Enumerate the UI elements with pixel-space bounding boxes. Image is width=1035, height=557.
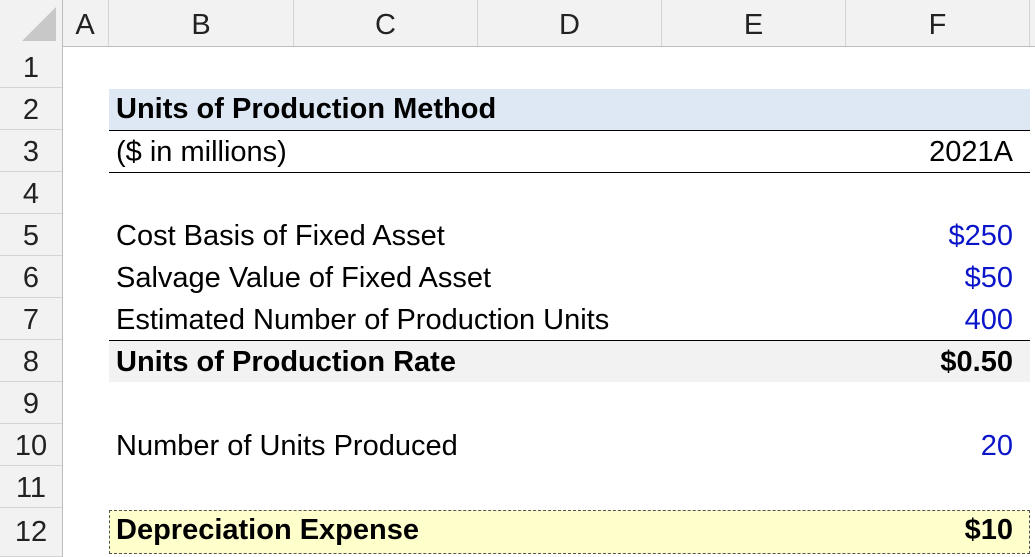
row-header-2[interactable]: 2 [0,88,62,130]
row-header-3[interactable]: 3 [0,130,62,172]
row-header-8[interactable]: 8 [0,340,62,382]
production-units-value[interactable]: 400 [965,304,1013,337]
depreciation-value[interactable]: $10 [965,514,1013,547]
row-header-bar: 1 2 3 4 5 6 7 8 9 10 11 12 [0,46,63,557]
column-header-f[interactable]: F [846,0,1030,46]
row-header-12[interactable]: 12 [0,508,62,557]
row-header-1[interactable]: 1 [0,46,62,88]
units-produced-label[interactable]: Number of Units Produced [116,430,458,463]
select-all-triangle-icon [22,7,56,41]
column-header-bar: A B C D E F [0,0,1035,47]
select-all-corner[interactable] [0,0,63,46]
units-produced-value[interactable]: 20 [981,430,1013,463]
salvage-value-value[interactable]: $50 [965,262,1013,295]
row-header-7[interactable]: 7 [0,298,62,340]
column-header-c[interactable]: C [294,0,478,46]
cost-basis-value[interactable]: $250 [948,220,1013,253]
row-header-11[interactable]: 11 [0,466,62,508]
column-header-d[interactable]: D [478,0,662,46]
rate-value[interactable]: $0.50 [940,346,1013,379]
column-header-e[interactable]: E [662,0,846,46]
model-title[interactable]: Units of Production Method [116,93,496,126]
row-header-10[interactable]: 10 [0,424,62,466]
header-underline [109,172,1030,173]
period-label[interactable]: 2021A [929,136,1013,169]
row-header-6[interactable]: 6 [0,256,62,298]
column-header-b[interactable]: B [109,0,294,46]
rate-label[interactable]: Units of Production Rate [116,346,456,379]
row-header-9[interactable]: 9 [0,382,62,424]
salvage-value-label[interactable]: Salvage Value of Fixed Asset [116,262,491,295]
depreciation-label[interactable]: Depreciation Expense [116,514,419,547]
production-units-label[interactable]: Estimated Number of Production Units [116,304,609,337]
cost-basis-label[interactable]: Cost Basis of Fixed Asset [116,220,445,253]
row-header-5[interactable]: 5 [0,214,62,256]
row-header-4[interactable]: 4 [0,172,62,214]
column-header-a[interactable]: A [62,0,109,46]
title-underline [109,130,1030,131]
units-label[interactable]: ($ in millions) [116,136,287,169]
